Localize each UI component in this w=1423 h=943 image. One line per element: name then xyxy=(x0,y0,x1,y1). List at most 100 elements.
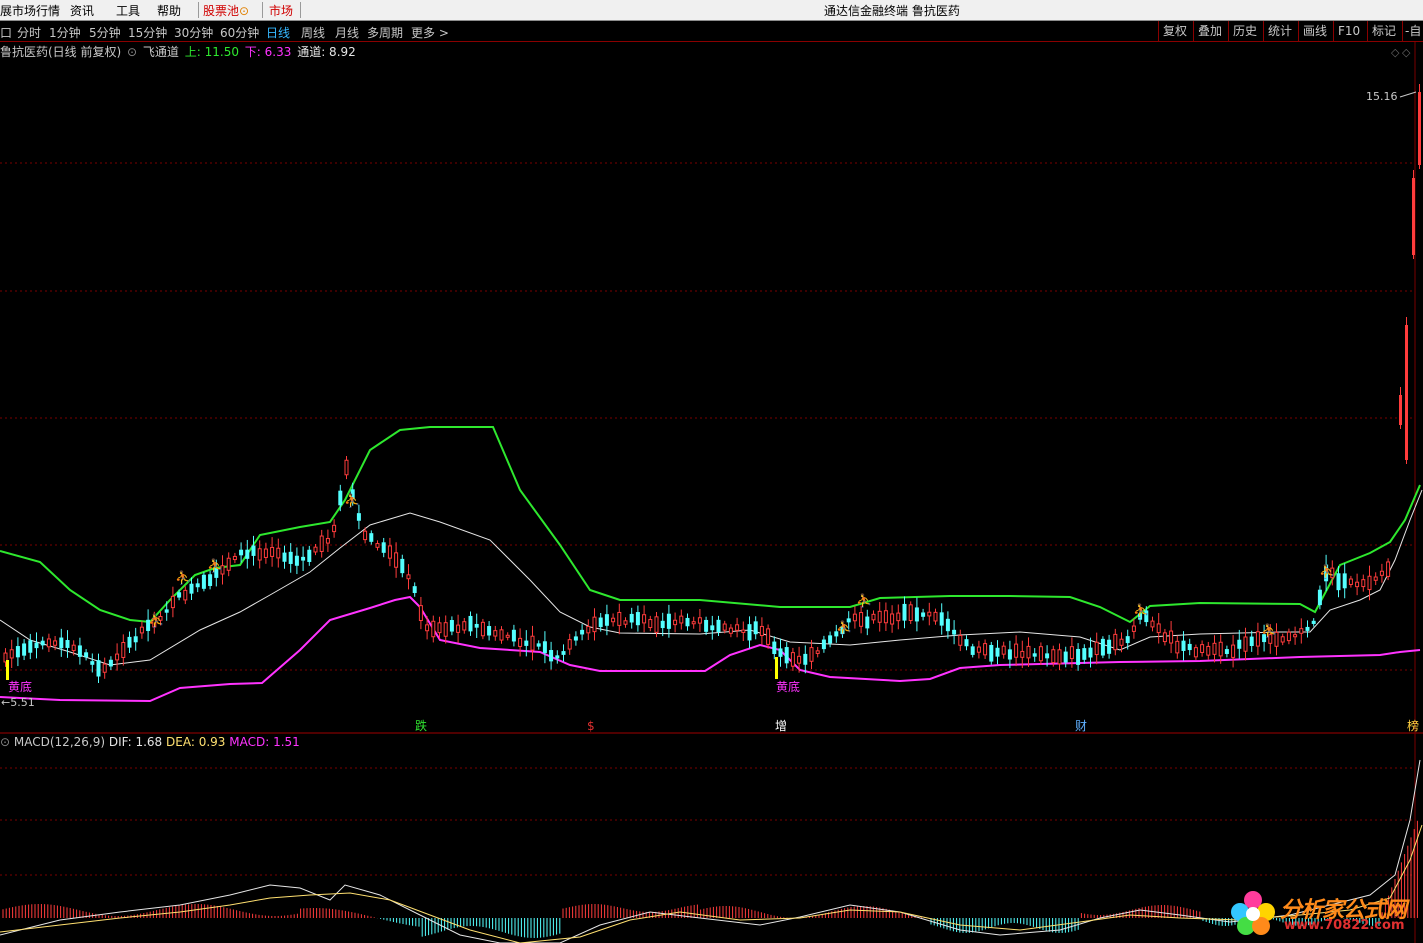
candle-body xyxy=(319,535,324,552)
candle-body xyxy=(778,648,783,657)
candle-body xyxy=(1418,92,1421,165)
candle-body xyxy=(573,636,578,641)
event-marker[interactable]: $ xyxy=(587,719,595,733)
candle-body xyxy=(356,513,361,521)
buy-signal-icon: ⛹ xyxy=(207,557,223,574)
candle-body xyxy=(648,619,653,629)
candle-body xyxy=(307,549,312,562)
stock-chart-canvas[interactable]: ◇ ◇ ⛹ ⛹ ⛹ ⛹ ⛹ ⛹ ⛹ ⛹ ⛹ 黄底 黄底 15.16 ←5.51 … xyxy=(0,0,1423,943)
candle-body xyxy=(592,616,597,633)
pane-maximize-icon[interactable]: ◇ xyxy=(1391,46,1400,59)
event-marker[interactable]: 榜 xyxy=(1407,718,1419,733)
upper-band-line xyxy=(0,426,1421,624)
middle-line xyxy=(0,489,1423,666)
candle-body xyxy=(654,616,659,633)
candle-body xyxy=(1076,648,1081,665)
candle-body xyxy=(797,655,802,664)
candle-body xyxy=(449,620,454,632)
candlestick-series[interactable] xyxy=(3,84,1421,683)
event-marker[interactable]: 财 xyxy=(1075,719,1087,733)
candle-body xyxy=(437,622,442,634)
candle-body xyxy=(115,653,120,661)
candle-body xyxy=(251,545,256,556)
high-price-pointer xyxy=(1399,91,1417,98)
candle-body xyxy=(425,624,430,632)
candle-body xyxy=(989,644,994,662)
candle-body xyxy=(728,627,733,634)
candle-body xyxy=(958,635,963,646)
candle-body xyxy=(487,626,492,636)
candle-body xyxy=(896,612,901,622)
candle-body xyxy=(1243,636,1248,652)
candle-body xyxy=(406,574,411,580)
candle-body xyxy=(821,639,826,650)
event-marker[interactable]: 跌 xyxy=(415,718,427,733)
candle-body xyxy=(902,603,907,621)
candle-body xyxy=(332,524,337,533)
candle-body xyxy=(542,641,547,654)
candle-body xyxy=(1113,633,1118,651)
candle-body xyxy=(505,634,510,638)
candle-body xyxy=(177,592,182,598)
candle-body xyxy=(1100,638,1105,656)
candle-body xyxy=(877,610,882,623)
candle-body xyxy=(549,650,554,662)
candle-body xyxy=(22,643,27,656)
site-watermark: 分析家公式网 www.70822.com xyxy=(1226,888,1421,938)
candle-body xyxy=(710,625,715,631)
event-marker[interactable]: 增 xyxy=(775,719,787,733)
candle-body xyxy=(666,613,671,629)
macd-histogram xyxy=(2,820,1418,938)
candle-body xyxy=(1367,575,1372,591)
high-price-label: 15.16 xyxy=(1366,90,1398,103)
candle-body xyxy=(276,547,281,559)
candle-body xyxy=(468,615,473,632)
buy-signal-markers: ⛹ ⛹ ⛹ ⛹ ⛹ ⛹ ⛹ ⛹ ⛹ xyxy=(148,492,1335,639)
flower-logo-icon xyxy=(1231,891,1275,935)
candle-body xyxy=(859,612,864,627)
candle-body xyxy=(164,609,169,613)
candle-body xyxy=(1249,636,1254,647)
pane-expand-icon[interactable]: ◇ xyxy=(1402,46,1411,59)
candle-body xyxy=(1131,625,1136,632)
candle-body xyxy=(412,586,417,594)
candle-body xyxy=(852,613,857,622)
buy-signal-icon: ⛹ xyxy=(1261,622,1277,639)
candle-body xyxy=(673,619,678,626)
candle-body xyxy=(759,625,764,637)
candle-body xyxy=(1399,395,1402,425)
candle-body xyxy=(1218,641,1223,657)
candle-body xyxy=(418,605,423,622)
macd-dea-line xyxy=(0,824,1423,943)
candle-body xyxy=(456,624,461,633)
candle-body xyxy=(908,604,913,622)
candle-body xyxy=(288,551,293,564)
candle-body xyxy=(1063,651,1068,663)
candle-body xyxy=(46,638,51,648)
candle-body xyxy=(735,624,740,631)
candle-body xyxy=(511,629,516,642)
candle-body xyxy=(828,635,833,644)
candle-body xyxy=(660,620,665,629)
candle-body xyxy=(1162,632,1167,643)
candle-body xyxy=(1212,642,1217,655)
low-price-label: ←5.51 xyxy=(1,696,35,709)
candle-body xyxy=(976,646,981,653)
buy-signal-icon: ⛹ xyxy=(344,492,360,509)
candle-body xyxy=(1342,573,1347,589)
candle-body xyxy=(921,612,926,617)
candle-body xyxy=(1051,649,1056,664)
candle-body xyxy=(1311,620,1316,624)
candle-body xyxy=(1255,631,1260,647)
candle-body xyxy=(784,647,789,664)
candle-body xyxy=(282,552,287,562)
candle-body xyxy=(1094,641,1099,656)
candle-body xyxy=(635,612,640,626)
yellow-bottom-marker xyxy=(6,660,9,680)
candle-body xyxy=(1169,630,1174,644)
candle-body xyxy=(1355,581,1360,588)
candle-body xyxy=(1336,573,1341,591)
candle-body xyxy=(127,636,132,648)
candle-body xyxy=(952,629,957,635)
candle-body xyxy=(1156,623,1161,634)
